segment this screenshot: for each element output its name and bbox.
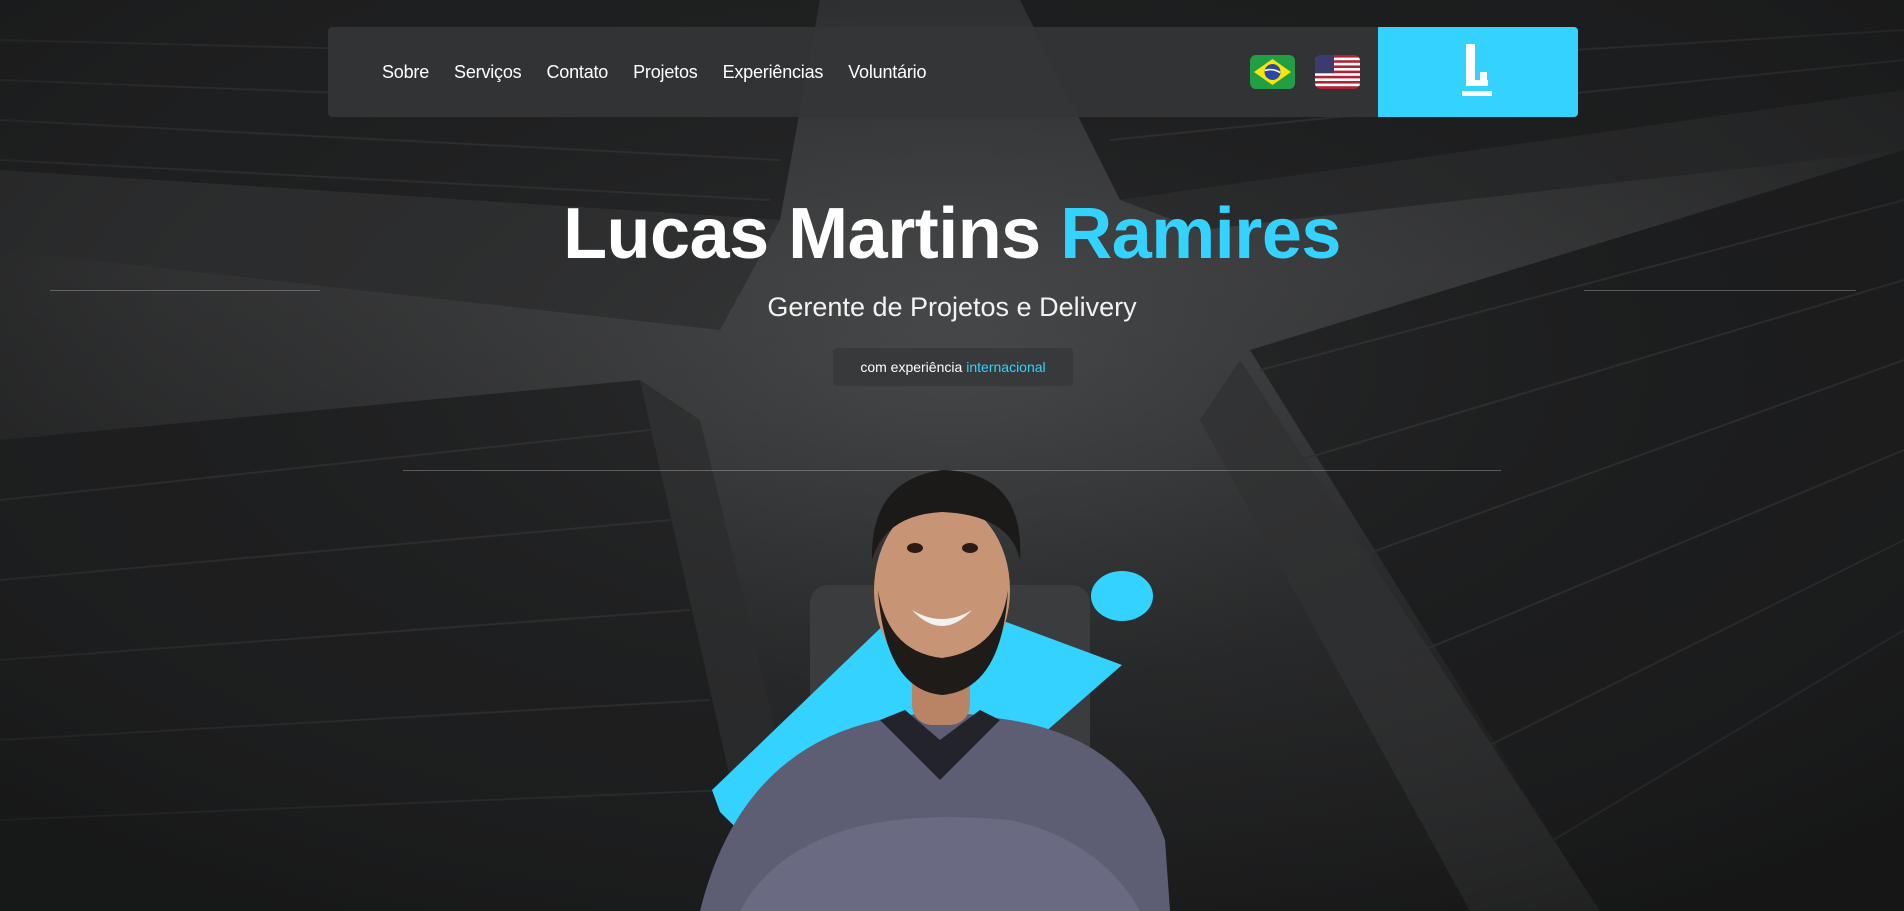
brazil-flag-icon[interactable] — [1250, 55, 1295, 89]
logo-l-icon — [1462, 44, 1492, 96]
hero-subtitle: Gerente de Projetos e Delivery — [767, 292, 1137, 322]
badge-text: com experiência — [860, 359, 963, 375]
nav-link-contato[interactable]: Contato — [546, 62, 608, 83]
hero-name-first: Lucas Martins — [563, 194, 1041, 274]
language-switcher — [1250, 55, 1360, 89]
nav-link-sobre[interactable]: Sobre — [382, 62, 429, 83]
nav-links: Sobre Serviços Contato Projetos Experiên… — [382, 62, 951, 83]
experience-badge: com experiência internacional — [833, 348, 1073, 386]
top-navbar: Sobre Serviços Contato Projetos Experiên… — [328, 27, 1578, 117]
hero-name-last: Ramires — [1060, 194, 1341, 274]
brand-logo[interactable] — [1378, 27, 1578, 117]
nav-link-servicos[interactable]: Serviços — [454, 62, 522, 83]
nav-link-voluntario[interactable]: Voluntário — [848, 62, 926, 83]
divider-left — [50, 290, 320, 291]
nav-link-projetos[interactable]: Projetos — [633, 62, 698, 83]
profile-portrait — [680, 420, 1200, 911]
usa-flag-icon[interactable] — [1315, 55, 1360, 89]
divider-right — [1584, 290, 1856, 291]
badge-accent: internacional — [966, 359, 1046, 375]
nav-link-experiencias[interactable]: Experiências — [723, 62, 824, 83]
hero-name: Lucas Martins Ramires — [0, 192, 1904, 276]
